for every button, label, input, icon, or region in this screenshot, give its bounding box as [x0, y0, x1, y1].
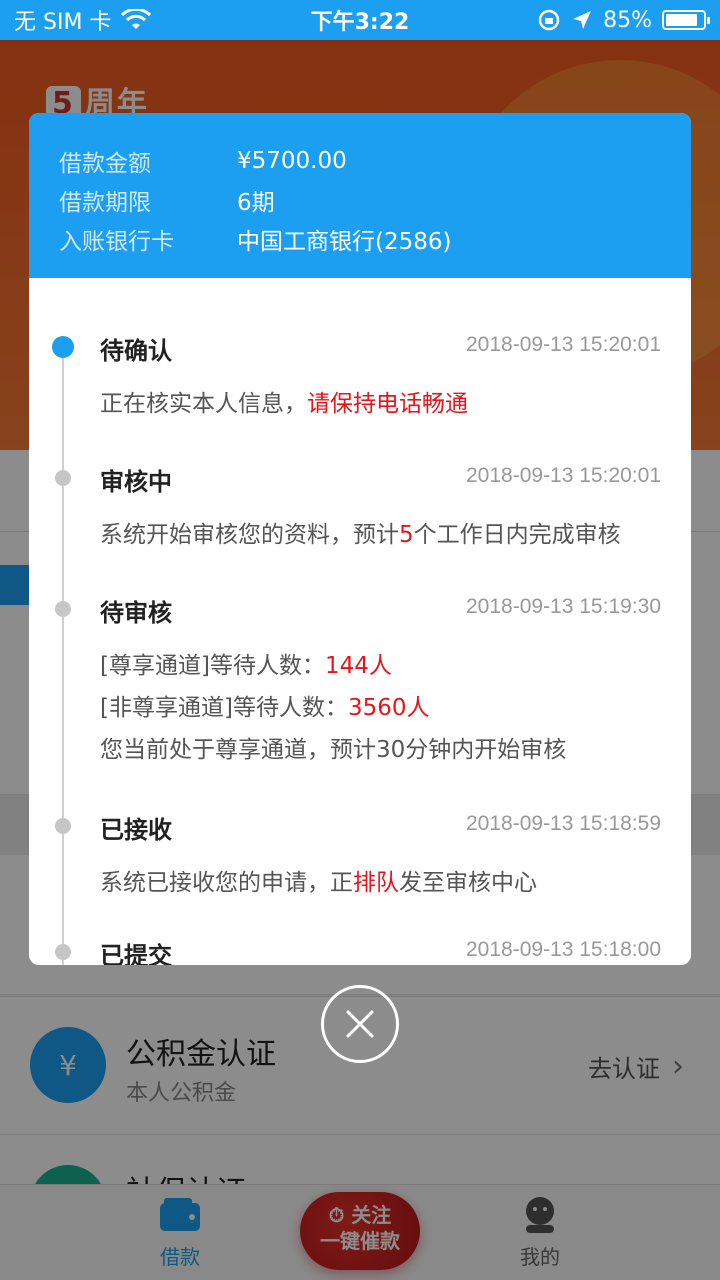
- battery-fill: [666, 14, 697, 26]
- queue-vip-label: [尊享通道]等待人数：: [100, 653, 325, 679]
- timeline-time: 2018-09-13 15:18:00: [466, 938, 661, 961]
- status-left: 无 SIM 卡: [14, 4, 152, 36]
- timeline-dot: [55, 944, 71, 960]
- timeline-status: 审核中: [100, 468, 172, 496]
- amount-value: ¥5700.00: [237, 147, 347, 174]
- queue-normal: [非尊享通道]等待人数：3560人: [100, 687, 670, 729]
- timeline-status: 已接收: [100, 816, 172, 844]
- location-arrow-icon: [573, 11, 592, 29]
- info-row-bank: 入账银行卡 中国工商银行(2586): [59, 219, 661, 258]
- timeline-text-normal: 个工作日内完成审核: [413, 522, 621, 548]
- timeline-text-normal: 系统开始审核您的资料，预计: [100, 522, 399, 548]
- bank-label: 入账银行卡: [59, 228, 174, 255]
- timeline-text-highlight: 5: [399, 522, 414, 548]
- timeline-text-highlight: 请保持电话畅通: [307, 391, 468, 417]
- battery-icon: [662, 10, 710, 30]
- queue-estimate: 您当前处于尊享通道，预计30分钟内开始审核: [100, 737, 567, 763]
- timeline-time: 2018-09-13 15:20:01: [466, 333, 661, 356]
- progress-timeline[interactable]: 待确认 2018-09-13 15:20:01 正在核实本人信息，请保持电话畅通…: [29, 278, 691, 965]
- queue-vip: [尊享通道]等待人数：144人: [100, 645, 670, 687]
- timeline-status: 待确认: [100, 337, 172, 365]
- timeline-text-normal: 发至审核中心: [399, 870, 537, 896]
- timeline-text: [尊享通道]等待人数：144人 [非尊享通道]等待人数：3560人 您当前处于尊…: [100, 645, 670, 771]
- status-bar: 无 SIM 卡 下午3:22 85%: [0, 0, 720, 40]
- timeline-text-normal: 系统已接收您的申请，正: [100, 870, 353, 896]
- wifi-icon: [121, 9, 152, 29]
- rotation-lock-icon: [538, 9, 560, 31]
- timeline-text-highlight: 排队: [353, 870, 399, 896]
- timeline-text: 正在核实本人信息，请保持电话畅通: [100, 383, 670, 425]
- queue-normal-label: [非尊享通道]等待人数：: [100, 695, 348, 721]
- timeline-text: 系统已接收您的申请，正排队发至审核中心: [100, 862, 670, 904]
- timeline-time: 2018-09-13 15:18:59: [466, 812, 661, 835]
- loan-info-header: 借款金额 ¥5700.00 借款期限 6期 入账银行卡 中国工商银行(2586): [29, 113, 691, 278]
- info-row-amount: 借款金额 ¥5700.00: [59, 141, 661, 180]
- timeline-dot: [55, 470, 71, 486]
- loan-progress-modal: 借款金额 ¥5700.00 借款期限 6期 入账银行卡 中国工商银行(2586)…: [29, 113, 691, 965]
- timeline-line: [62, 340, 64, 965]
- amount-label: 借款金额: [59, 150, 151, 177]
- close-button[interactable]: [321, 985, 399, 1063]
- queue-vip-count: 144人: [324, 653, 392, 679]
- timeline-dot: [55, 818, 71, 834]
- timeline-text: 系统开始审核您的资料，预计5个工作日内完成审核: [100, 514, 670, 556]
- timeline-dot: [55, 601, 71, 617]
- term-label: 借款期限: [59, 189, 151, 216]
- timeline-dot-active: [52, 336, 74, 358]
- queue-normal-count: 3560人: [347, 695, 430, 721]
- timeline-status: 已提交: [100, 942, 172, 965]
- term-value: 6期: [237, 189, 275, 216]
- timeline-time: 2018-09-13 15:19:30: [466, 595, 661, 618]
- status-right: 85%: [537, 7, 710, 33]
- timeline-status: 待审核: [100, 599, 172, 627]
- info-row-term: 借款期限 6期: [59, 180, 661, 219]
- carrier-label: 无 SIM 卡: [14, 10, 112, 35]
- battery-percent: 85%: [603, 7, 652, 33]
- timeline-time: 2018-09-13 15:20:01: [466, 464, 661, 487]
- bank-value: 中国工商银行(2586): [237, 228, 452, 255]
- timeline-text-normal: 正在核实本人信息，: [100, 391, 307, 417]
- close-icon: [346, 1010, 374, 1038]
